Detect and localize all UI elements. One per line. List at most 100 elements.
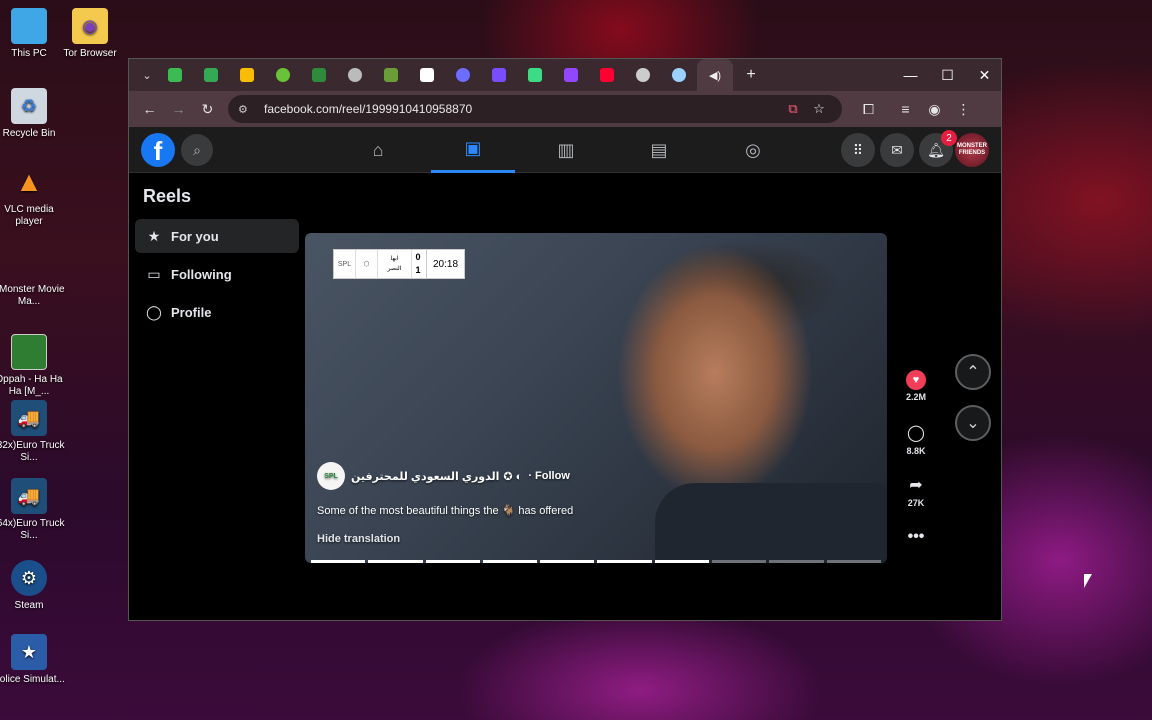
desktop-icon-police-sim[interactable]: ★ Police Simulat... bbox=[0, 634, 65, 686]
police-icon: ★ bbox=[11, 634, 47, 670]
team-scores: 0 1 bbox=[415, 252, 421, 275]
progress-segment bbox=[482, 560, 538, 563]
reel-actions: ♥ 2.2M ◯ 8.8K ➦ 27K ••• bbox=[899, 370, 933, 578]
progress-segment bbox=[425, 560, 480, 563]
reel-video[interactable]: SPL ⬡ ابها النصر 0 1 20:18 SPL الدوري ال… bbox=[305, 233, 887, 563]
league-logo-icon: SPL bbox=[334, 250, 356, 278]
forward-button[interactable]: → bbox=[164, 95, 193, 124]
browser-tab[interactable] bbox=[409, 59, 445, 91]
browser-tab[interactable] bbox=[481, 59, 517, 91]
comment-action[interactable]: ◯ 8.8K bbox=[899, 422, 933, 474]
star-icon: ★ bbox=[147, 227, 161, 244]
browser-tab[interactable] bbox=[337, 59, 373, 91]
browser-tab-active[interactable]: ◀) bbox=[697, 59, 733, 91]
shares-count: 27K bbox=[907, 498, 925, 508]
author-name[interactable]: الدوري السعودي للمحترفين bbox=[351, 470, 499, 483]
reel-caption: Some of the most beautiful things the 🐐 … bbox=[317, 505, 574, 517]
maximize-button[interactable]: ☐ bbox=[929, 59, 966, 91]
follow-button[interactable]: · Follow bbox=[528, 470, 570, 482]
nav-dashboard-icon[interactable]: ▥ bbox=[524, 127, 608, 173]
browser-menu-icon[interactable]: ⋮ bbox=[949, 95, 978, 124]
match-scoreboard: SPL ⬡ ابها النصر 0 1 20:18 bbox=[333, 249, 465, 279]
browser-tab[interactable] bbox=[229, 59, 265, 91]
more-dots-icon: ••• bbox=[907, 528, 925, 545]
comments-count: 8.8K bbox=[906, 446, 926, 456]
browser-tab[interactable] bbox=[157, 59, 193, 91]
hide-translation-link[interactable]: Hide translation bbox=[317, 533, 875, 545]
match-clock: 20:18 bbox=[426, 250, 464, 278]
extensions-icon[interactable]: ⧠ bbox=[854, 95, 883, 124]
site-info-icon[interactable]: ⚙ bbox=[238, 103, 256, 116]
sidebar-item-for-you[interactable]: ★ For you bbox=[135, 219, 299, 253]
reel-progress[interactable] bbox=[311, 560, 881, 563]
truck-icon: 🚚 bbox=[11, 478, 47, 514]
share-action[interactable]: ➦ 27K bbox=[899, 474, 933, 526]
close-window-button[interactable]: ✕ bbox=[966, 59, 1001, 91]
browser-tab[interactable] bbox=[517, 59, 553, 91]
nav-reels-icon[interactable]: ▣ bbox=[431, 127, 515, 173]
nav-groups-icon[interactable]: ◎ bbox=[711, 127, 795, 173]
site-favicon-icon bbox=[420, 68, 434, 82]
install-app-icon[interactable]: ⧉ bbox=[780, 101, 806, 117]
browser-tab[interactable] bbox=[445, 59, 481, 91]
tab-search-button[interactable]: ⌄ bbox=[137, 59, 157, 91]
browser-tab[interactable] bbox=[193, 59, 229, 91]
browser-tab[interactable] bbox=[553, 59, 589, 91]
nav-marketplace-icon[interactable]: ▤ bbox=[617, 127, 701, 173]
address-bar[interactable]: ⚙ facebook.com/reel/1999910410958870 ⧉ ☆ bbox=[228, 95, 842, 123]
messenger-icon[interactable]: ✉ bbox=[880, 133, 914, 167]
media-file-icon bbox=[11, 334, 47, 370]
recycle-bin-icon: ♻ bbox=[11, 88, 47, 124]
author-avatar[interactable]: SPL bbox=[317, 462, 345, 490]
sidebar-item-profile[interactable]: ◯ Profile bbox=[135, 295, 299, 329]
notifications-bell-icon[interactable]: 🔔︎ 2 bbox=[919, 130, 957, 167]
minimize-button[interactable]: — bbox=[892, 59, 929, 91]
sidebar-item-label: For you bbox=[171, 228, 219, 244]
browser-window: ⌄ ◀) + — ☐ ✕ ← → ↻ ⚙ facebook.com/reel/1… bbox=[128, 58, 1002, 621]
sidebar-item-label: Profile bbox=[171, 304, 212, 320]
desktop-icon-tor-browser[interactable]: ◉ Tor Browser bbox=[54, 8, 126, 60]
site-favicon-icon bbox=[312, 68, 326, 82]
facebook-logo-icon[interactable]: f bbox=[141, 133, 175, 167]
progress-segment bbox=[654, 560, 710, 563]
browser-tab[interactable] bbox=[373, 59, 409, 91]
nav-home-icon[interactable]: ⌂ bbox=[336, 127, 420, 173]
browser-tab[interactable] bbox=[265, 59, 301, 91]
next-reel-button[interactable]: ⌄ bbox=[955, 405, 991, 441]
site-favicon-icon bbox=[672, 68, 686, 82]
previous-reel-button[interactable]: ⌃ bbox=[955, 354, 991, 390]
browser-tab[interactable] bbox=[661, 59, 697, 91]
browser-tab[interactable] bbox=[625, 59, 661, 91]
more-options-action[interactable]: ••• bbox=[899, 526, 933, 578]
reload-button[interactable]: ↻ bbox=[193, 95, 222, 124]
browser-toolbar: ← → ↻ ⚙ facebook.com/reel/19999104109588… bbox=[129, 91, 1001, 127]
media-controls-icon[interactable]: ≡ bbox=[891, 95, 920, 124]
bookmark-star-icon[interactable]: ☆ bbox=[806, 101, 832, 117]
browser-tab[interactable] bbox=[301, 59, 337, 91]
tab-strip: ⌄ ◀) + — ☐ ✕ bbox=[129, 59, 1001, 91]
desktop-icon-euro-truck-64[interactable]: 🚚 (64x)Euro Truck Si... bbox=[0, 478, 65, 542]
progress-segment bbox=[540, 560, 595, 563]
like-action[interactable]: ♥ 2.2M bbox=[899, 370, 933, 422]
sidebar-item-following[interactable]: ▭ Following bbox=[135, 257, 299, 291]
desktop-icon-vlc[interactable]: ▲ VLC media player bbox=[0, 164, 65, 228]
vlc-icon: ▲ bbox=[15, 166, 43, 197]
account-avatar[interactable]: MONSTER FRIENDS bbox=[955, 133, 989, 167]
menu-grid-icon[interactable]: ⠿ bbox=[841, 133, 875, 167]
following-icon: ▭ bbox=[147, 265, 161, 282]
progress-segment bbox=[712, 560, 767, 563]
new-tab-button[interactable]: + bbox=[733, 59, 769, 91]
desktop-icon-euro-truck-32[interactable]: 🚚 (32x)Euro Truck Si... bbox=[0, 400, 65, 464]
browser-tab[interactable] bbox=[589, 59, 625, 91]
site-favicon-icon bbox=[492, 68, 506, 82]
desktop-icon-monster-movie[interactable]: _Monster Movie Ma... bbox=[0, 244, 65, 308]
progress-segment bbox=[311, 560, 366, 563]
site-favicon-icon bbox=[276, 68, 290, 82]
desktop-icon-oppah[interactable]: Oppah - Ha Ha Ha [M_... bbox=[0, 334, 65, 398]
desktop-icon-steam[interactable]: ⚙ Steam bbox=[0, 560, 65, 612]
search-icon[interactable]: ⌕ bbox=[181, 134, 213, 166]
back-button[interactable]: ← bbox=[135, 95, 164, 124]
profile-icon[interactable]: ◉ bbox=[920, 95, 949, 124]
desktop-icon-recycle-bin[interactable]: ♻ Recycle Bin bbox=[0, 88, 65, 140]
speaker-icon: ◀) bbox=[708, 69, 722, 82]
